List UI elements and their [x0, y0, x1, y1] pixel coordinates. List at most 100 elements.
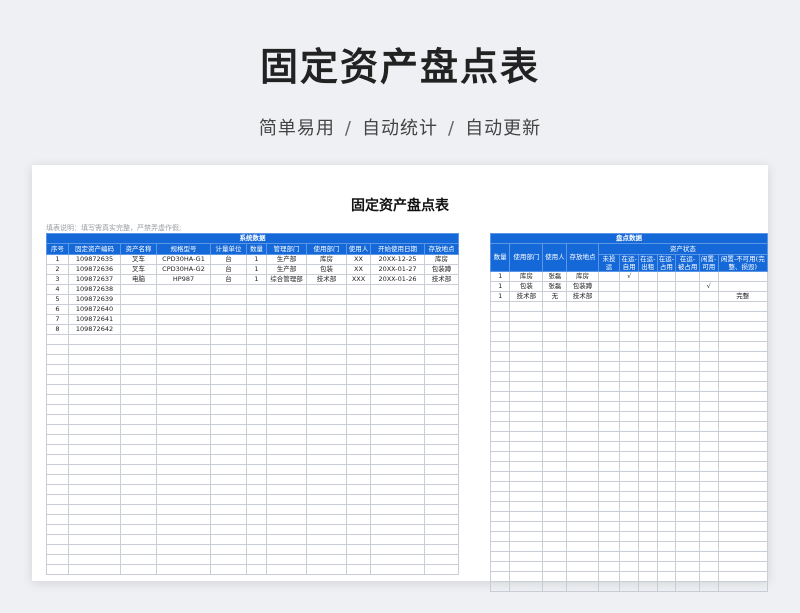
table-cell[interactable] [346, 344, 371, 355]
table-cell[interactable] [210, 384, 247, 395]
table-cell[interactable] [370, 284, 425, 295]
table-cell[interactable]: 1 [46, 254, 69, 265]
table-cell[interactable]: 无 [542, 291, 568, 302]
table-cell[interactable]: 1 [246, 254, 267, 265]
table-cell[interactable] [246, 294, 267, 305]
table-cell[interactable] [637, 441, 658, 452]
table-cell[interactable] [306, 534, 347, 545]
table-cell[interactable] [424, 294, 459, 305]
table-cell[interactable] [306, 524, 347, 535]
table-cell[interactable] [120, 474, 157, 485]
table-cell[interactable] [489, 441, 511, 452]
table-cell[interactable] [46, 444, 69, 455]
table-cell[interactable] [656, 451, 677, 462]
table-cell[interactable] [566, 541, 599, 552]
table-cell[interactable] [675, 331, 700, 342]
table-cell[interactable] [346, 414, 371, 425]
table-cell[interactable] [619, 431, 639, 442]
table-cell[interactable] [120, 314, 157, 325]
table-cell[interactable]: 1 [246, 274, 267, 285]
table-cell[interactable] [306, 554, 347, 565]
table-cell[interactable] [306, 414, 347, 425]
table-cell[interactable] [156, 394, 211, 405]
table-cell[interactable] [619, 481, 639, 492]
table-cell[interactable] [68, 494, 121, 505]
table-cell[interactable] [717, 481, 769, 492]
table-cell[interactable]: 台 [210, 254, 247, 265]
table-cell[interactable] [675, 341, 700, 352]
table-cell[interactable] [266, 374, 307, 385]
table-cell[interactable] [68, 454, 121, 465]
table-cell[interactable] [656, 361, 677, 372]
table-cell[interactable] [542, 321, 568, 332]
table-cell[interactable] [266, 514, 307, 525]
table-cell[interactable] [717, 511, 769, 522]
table-cell[interactable] [597, 541, 621, 552]
table-cell[interactable] [675, 471, 700, 482]
table-cell[interactable]: 生产部 [266, 264, 307, 275]
table-cell[interactable]: 5 [46, 294, 69, 305]
table-cell[interactable] [509, 401, 544, 412]
table-cell[interactable] [424, 464, 459, 475]
table-cell[interactable] [619, 501, 639, 512]
table-cell[interactable] [210, 334, 247, 345]
table-cell[interactable]: 1 [489, 281, 511, 292]
table-cell[interactable] [509, 311, 544, 322]
table-cell[interactable] [698, 421, 719, 432]
table-cell[interactable] [346, 564, 371, 575]
table-cell[interactable] [156, 364, 211, 375]
table-cell[interactable]: 7 [46, 314, 69, 325]
table-cell[interactable] [717, 281, 769, 292]
table-cell[interactable] [597, 431, 621, 442]
table-cell[interactable] [619, 461, 639, 472]
table-cell[interactable] [509, 491, 544, 502]
table-cell[interactable] [156, 444, 211, 455]
table-cell[interactable] [619, 351, 639, 362]
table-cell[interactable] [656, 371, 677, 382]
table-cell[interactable] [698, 371, 719, 382]
table-cell[interactable] [424, 334, 459, 345]
table-cell[interactable] [46, 354, 69, 365]
table-cell[interactable] [210, 514, 247, 525]
table-cell[interactable] [542, 351, 568, 362]
table-cell[interactable] [370, 494, 425, 505]
table-cell[interactable] [266, 444, 307, 455]
table-cell[interactable] [266, 524, 307, 535]
table-cell[interactable] [156, 464, 211, 475]
table-cell[interactable] [509, 561, 544, 572]
table-cell[interactable] [424, 484, 459, 495]
table-cell[interactable]: XXX [346, 274, 371, 285]
table-cell[interactable] [656, 311, 677, 322]
table-cell[interactable] [509, 481, 544, 492]
table-cell[interactable] [120, 304, 157, 315]
table-cell[interactable] [68, 344, 121, 355]
table-cell[interactable] [637, 561, 658, 572]
table-cell[interactable]: 综合管理部 [266, 274, 307, 285]
table-cell[interactable] [346, 534, 371, 545]
table-cell[interactable] [424, 404, 459, 415]
table-cell[interactable] [542, 441, 568, 452]
table-cell[interactable] [656, 331, 677, 342]
table-cell[interactable] [489, 351, 511, 362]
table-cell[interactable] [370, 364, 425, 375]
table-cell[interactable] [489, 371, 511, 382]
table-cell[interactable] [542, 511, 568, 522]
table-cell[interactable] [675, 411, 700, 422]
table-cell[interactable] [370, 354, 425, 365]
table-cell[interactable] [156, 454, 211, 465]
table-cell[interactable] [120, 444, 157, 455]
table-cell[interactable] [306, 484, 347, 495]
table-cell[interactable]: 109872636 [68, 264, 121, 275]
table-cell[interactable] [120, 364, 157, 375]
table-cell[interactable] [656, 461, 677, 472]
table-cell[interactable] [46, 394, 69, 405]
table-cell[interactable] [566, 551, 599, 562]
table-cell[interactable] [346, 494, 371, 505]
table-cell[interactable] [489, 581, 511, 592]
table-cell[interactable] [566, 531, 599, 542]
table-cell[interactable] [542, 311, 568, 322]
table-cell[interactable]: 8 [46, 324, 69, 335]
table-cell[interactable] [698, 471, 719, 482]
table-cell[interactable] [246, 434, 267, 445]
table-cell[interactable] [656, 281, 677, 292]
